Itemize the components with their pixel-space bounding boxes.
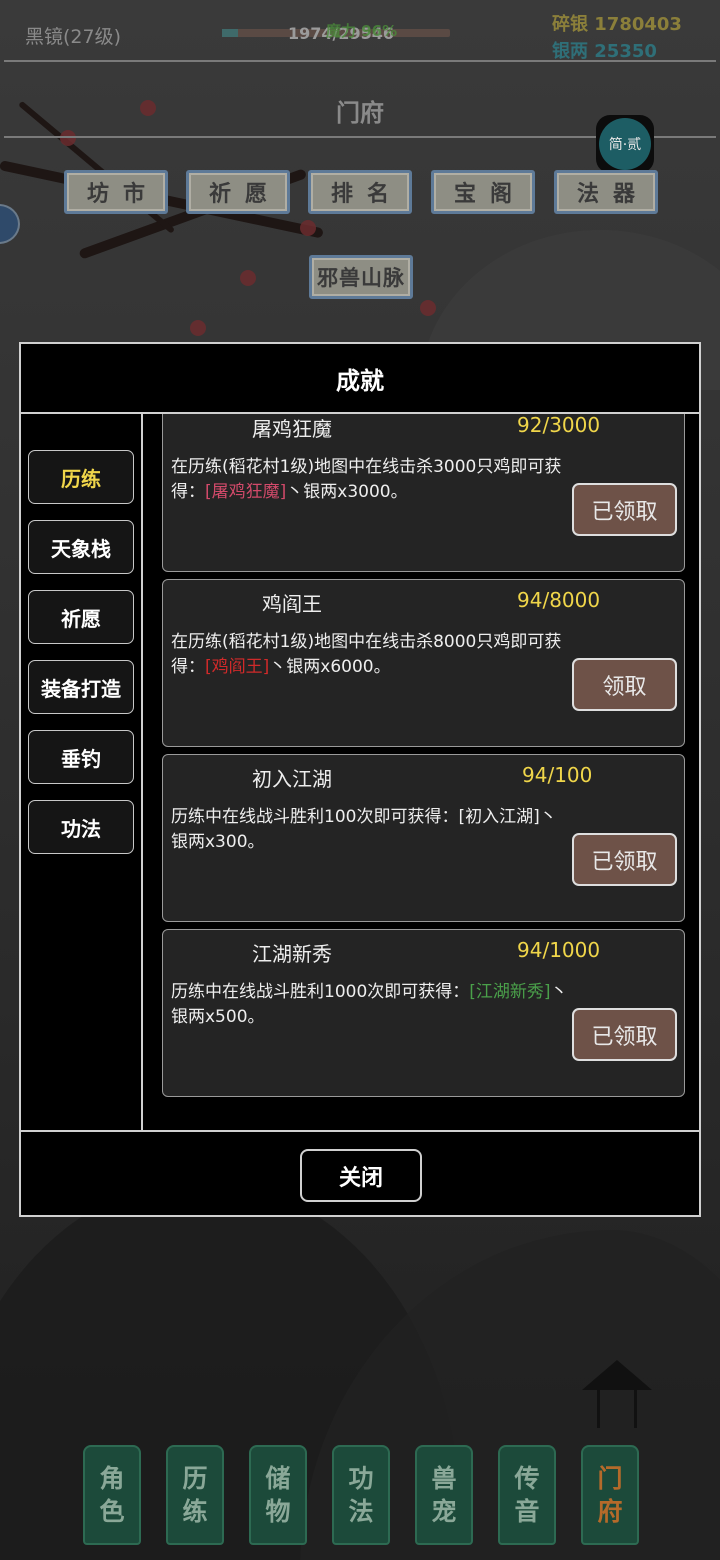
claimed-button[interactable]: 已领取 bbox=[572, 833, 677, 886]
bottom-nav-training[interactable]: 历练 bbox=[166, 1445, 224, 1545]
pagoda-roof bbox=[582, 1360, 652, 1390]
pagoda-pillars bbox=[597, 1390, 637, 1428]
tab-tianxiang-inn[interactable]: 天象栈 bbox=[28, 520, 134, 574]
nav-char: 法 bbox=[348, 1497, 374, 1526]
achievement-name: 屠鸡狂魔 bbox=[252, 417, 332, 441]
artifact-button[interactable]: 法器 bbox=[554, 170, 658, 214]
nav-char: 储 bbox=[265, 1464, 291, 1493]
hp-bar-fill bbox=[222, 29, 238, 37]
jian-label: 简·贰 bbox=[599, 118, 651, 170]
tab-equipment-forge[interactable]: 装备打造 bbox=[28, 660, 134, 714]
tab-skills[interactable]: 功法 bbox=[28, 800, 134, 854]
nav-char: 宠 bbox=[431, 1497, 457, 1526]
player-name-level: 黑镜(27级) bbox=[25, 26, 122, 48]
reward-title: [初入江湖] bbox=[458, 807, 540, 827]
tab-fishing[interactable]: 垂钓 bbox=[28, 730, 134, 784]
mp-percent: 魔力 96% bbox=[326, 22, 398, 40]
reward-title: [屠鸡狂魔] bbox=[205, 482, 287, 502]
beast-mountains-button[interactable]: 邪兽山脉 bbox=[309, 255, 413, 299]
nav-char: 门 bbox=[597, 1464, 623, 1493]
claimed-button[interactable]: 已领取 bbox=[572, 1008, 677, 1061]
achievement-card: 江湖新秀 94/1000 历练中在线战斗胜利1000次即可获得：[江湖新秀]丶银… bbox=[162, 929, 685, 1097]
achievement-list[interactable]: 屠鸡狂魔 92/3000 在历练(稻花村1级)地图中在线击杀3000只鸡即可获得… bbox=[145, 414, 701, 1130]
nav-char: 府 bbox=[597, 1497, 623, 1526]
plum-blossom bbox=[60, 130, 76, 146]
ranking-button[interactable]: 排名 bbox=[308, 170, 412, 214]
nav-char: 功 bbox=[348, 1464, 374, 1493]
desc-text: 历练中在线战斗胜利100次即可获得： bbox=[171, 807, 459, 827]
achievement-progress: 92/3000 bbox=[517, 414, 601, 437]
achievement-card: 鸡阎王 94/8000 在历练(稻花村1级)地图中在线击杀8000只鸡即可获得：… bbox=[162, 579, 685, 747]
divider bbox=[4, 60, 716, 62]
achievement-description: 在历练(稻花村1级)地图中在线击杀8000只鸡即可获得：[鸡阎王]丶银两x600… bbox=[171, 630, 571, 680]
market-button[interactable]: 坊市 bbox=[64, 170, 168, 214]
silver-fragments-count: 碎银 1780403 bbox=[552, 14, 682, 35]
pagoda-decoration bbox=[582, 1360, 652, 1440]
simplified-toggle-button[interactable]: 简·贰 bbox=[596, 115, 654, 173]
plum-blossom bbox=[420, 300, 436, 316]
achievement-description: 历练中在线战斗胜利100次即可获得：[初入江湖]丶银两x300。 bbox=[171, 805, 571, 855]
modal-title: 成就 bbox=[21, 344, 699, 414]
plum-blossom bbox=[300, 220, 316, 236]
desc-text: 丶银两x3000。 bbox=[286, 482, 408, 502]
claim-button[interactable]: 领取 bbox=[572, 658, 677, 711]
tab-training[interactable]: 历练 bbox=[28, 450, 134, 504]
bottom-nav-skills[interactable]: 功法 bbox=[332, 1445, 390, 1545]
achievement-card: 初入江湖 94/100 历练中在线战斗胜利100次即可获得：[初入江湖]丶银两x… bbox=[162, 754, 685, 922]
nav-char: 角 bbox=[99, 1464, 125, 1493]
nav-char: 物 bbox=[265, 1497, 291, 1526]
achievement-name: 鸡阎王 bbox=[262, 592, 322, 616]
nav-char: 色 bbox=[99, 1497, 125, 1526]
tab-wish[interactable]: 祈愿 bbox=[28, 590, 134, 644]
achievement-progress: 94/8000 bbox=[517, 588, 601, 612]
achievement-progress: 94/1000 bbox=[517, 938, 601, 962]
nav-char: 练 bbox=[182, 1497, 208, 1526]
achievement-name: 初入江湖 bbox=[252, 767, 332, 791]
reward-title: [江湖新秀] bbox=[469, 982, 551, 1002]
achievement-progress: 94/100 bbox=[522, 763, 593, 787]
plum-blossom bbox=[190, 320, 206, 336]
close-button[interactable]: 关闭 bbox=[300, 1149, 422, 1202]
nav-char: 历 bbox=[182, 1464, 208, 1493]
reward-title: [鸡阎王] bbox=[205, 657, 270, 677]
bottom-nav-messages[interactable]: 传音 bbox=[498, 1445, 556, 1545]
achievement-card: 屠鸡狂魔 92/3000 在历练(稻花村1级)地图中在线击杀3000只鸡即可获得… bbox=[162, 414, 685, 572]
wish-button[interactable]: 祈愿 bbox=[186, 170, 290, 214]
claimed-button[interactable]: 已领取 bbox=[572, 483, 677, 536]
nav-char: 兽 bbox=[431, 1464, 457, 1493]
achievement-description: 在历练(稻花村1级)地图中在线击杀3000只鸡即可获得：[屠鸡狂魔]丶银两x30… bbox=[171, 455, 571, 505]
achievements-modal: 成就 历练 天象栈 祈愿 装备打造 垂钓 功法 屠鸡狂魔 92/3000 在历练… bbox=[19, 342, 701, 1217]
plum-blossom bbox=[240, 270, 256, 286]
bottom-nav-sect[interactable]: 门府 bbox=[581, 1445, 639, 1545]
desc-text: 丶银两x6000。 bbox=[269, 657, 391, 677]
achievement-description: 历练中在线战斗胜利1000次即可获得：[江湖新秀]丶银两x500。 bbox=[171, 980, 571, 1030]
treasure-pavilion-button[interactable]: 宝阁 bbox=[431, 170, 535, 214]
bottom-nav-storage[interactable]: 储物 bbox=[249, 1445, 307, 1545]
bottom-nav-character[interactable]: 角色 bbox=[83, 1445, 141, 1545]
nav-char: 传 bbox=[514, 1464, 540, 1493]
nav-char: 音 bbox=[514, 1497, 540, 1526]
modal-footer: 关闭 bbox=[21, 1130, 699, 1217]
bottom-nav-pets[interactable]: 兽宠 bbox=[415, 1445, 473, 1545]
achievement-name: 江湖新秀 bbox=[252, 942, 332, 966]
desc-text: 历练中在线战斗胜利1000次即可获得： bbox=[171, 982, 470, 1002]
achievement-tabs: 历练 天象栈 祈愿 装备打造 垂钓 功法 bbox=[21, 414, 143, 1130]
